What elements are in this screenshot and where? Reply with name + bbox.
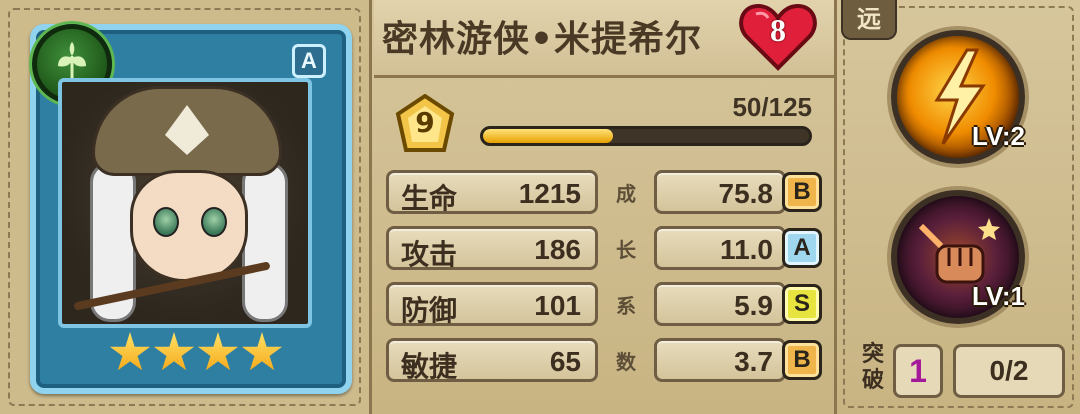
portrait-eye-left — [153, 207, 179, 237]
skill-level: LV:2 — [972, 121, 1025, 151]
xp-bar — [480, 126, 812, 146]
growth-value: 11.0 — [720, 234, 773, 265]
stat-row: 攻击 186 长 11.0 A — [386, 226, 822, 272]
stat-row: 防御 101 系 5.9 S — [386, 282, 822, 328]
stat-row: 敏捷 65 数 3.7 B — [386, 338, 822, 384]
hero-name: 密林游侠•米提希尔 — [382, 19, 703, 60]
growth-label-char: 成 — [616, 182, 636, 206]
name-bar: 密林游侠•米提希尔 8 — [374, 0, 834, 78]
xp-bar-fill — [483, 129, 614, 143]
breakthrough-progress[interactable]: 0/2 — [953, 344, 1065, 398]
grade-badge: A — [782, 228, 822, 268]
range-tag: 远 — [841, 0, 897, 40]
skill-slot-1[interactable]: LV:2 — [891, 30, 1025, 164]
grade-badge: S — [782, 284, 822, 324]
stat-label: 生命 — [401, 182, 458, 215]
stat-row: 生命 1215 成 75.8 B — [386, 170, 822, 216]
stat-value: 186 — [534, 234, 581, 265]
portrait-eye-right — [201, 207, 227, 237]
breakthrough-panel: 突破 1 0/2 — [845, 336, 1075, 404]
stat-box: 攻击 186 — [386, 226, 598, 271]
breakthrough-label: 突破 — [861, 342, 884, 393]
breakthrough-count: 1 — [893, 344, 943, 398]
stat-value: 101 — [534, 290, 581, 321]
rank-badge: A — [292, 44, 326, 78]
stats-column: 密林游侠•米提希尔 8 9 50/125 生命 1215 成 75.8 B 攻击 186 长 1… — [374, 0, 834, 414]
grade-badge: B — [782, 340, 822, 380]
growth-box: 11.0 — [654, 226, 786, 270]
star-icon — [241, 332, 283, 371]
growth-label-char: 系 — [616, 294, 636, 318]
stat-label: 敏捷 — [401, 350, 458, 383]
stat-value: 1215 — [518, 178, 581, 209]
growth-box: 75.8 — [654, 170, 786, 214]
stat-box: 防御 101 — [386, 282, 598, 327]
stat-label: 防御 — [401, 294, 458, 327]
heart-badge: 8 — [738, 2, 818, 72]
portrait-face — [130, 170, 248, 282]
portrait-owl-hood — [92, 86, 282, 176]
level-badge: 9 — [394, 93, 456, 158]
growth-value: 75.8 — [718, 178, 774, 209]
star-icon — [153, 332, 195, 371]
heart-number: 8 — [770, 12, 786, 48]
hero-card[interactable]: A — [30, 24, 352, 394]
grade-badge: B — [782, 172, 822, 212]
star-rating — [106, 328, 286, 378]
growth-box: 3.7 — [654, 338, 786, 382]
growth-value: 5.9 — [734, 290, 773, 321]
stat-box: 生命 1215 — [386, 170, 598, 215]
portrait-hair-right — [242, 162, 288, 322]
xp-text: 50/125 — [732, 92, 812, 122]
skill-slot-2[interactable]: LV:1 — [891, 190, 1025, 324]
stat-label: 攻击 — [401, 238, 458, 271]
stat-value: 65 — [549, 346, 581, 377]
skills-column: 远 LV:2 LV:1 突破 1 0/2 — [834, 0, 1080, 414]
stat-box: 敏捷 65 — [386, 338, 598, 383]
star-icon — [109, 332, 151, 371]
growth-label-char: 长 — [616, 238, 636, 262]
skill-level: LV:1 — [972, 281, 1025, 311]
star-icon — [197, 332, 239, 371]
portrait-column: A — [0, 0, 372, 414]
growth-value: 3.7 — [734, 346, 773, 377]
hero-info-panel: A 密林游侠•米提希尔 8 9 50/125 生命 1215 成 75.8 B … — [0, 0, 1080, 414]
growth-box: 5.9 — [654, 282, 786, 326]
level-number: 9 — [415, 106, 435, 139]
growth-label-char: 数 — [616, 350, 636, 374]
hero-portrait — [58, 78, 312, 328]
